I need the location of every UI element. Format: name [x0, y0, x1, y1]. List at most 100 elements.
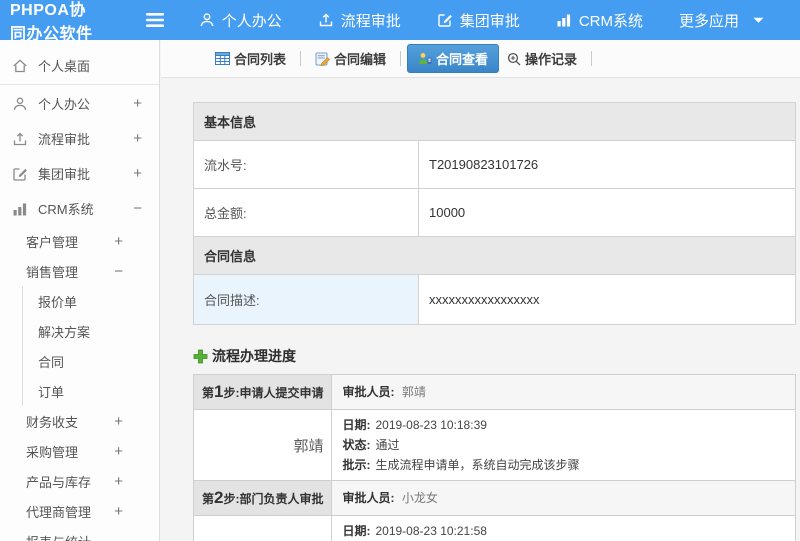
sidebar-item-contract[interactable]: 合同 — [23, 346, 159, 376]
sidebar-item-group-approval[interactable]: 集团审批 + — [0, 156, 159, 191]
sidebar-item-label: 报价单 — [38, 294, 78, 310]
top-navigation: 个人办公 流程审批 集团审批 CRM系统 更多应用 — [199, 10, 800, 31]
field-value-total-amount: 10000 — [418, 188, 796, 237]
tab-label: 操作记录 — [525, 52, 578, 67]
top-bar: PHPOA协同办公软件 个人办公 流程审批 集团审批 CRM系统 更多应用 — [0, 0, 800, 43]
progress-title-text: 流程办理进度 — [212, 348, 296, 364]
sidebar-item-quotation[interactable]: 报价单 — [23, 286, 159, 316]
submenu-group: 报价单 解决方案 合同 订单 — [22, 286, 159, 406]
home-icon — [12, 58, 29, 74]
collapse-icon[interactable]: − — [114, 263, 123, 280]
field-label-serial-no: 流水号: — [193, 140, 419, 189]
approver-name-cell: 小龙女 — [192, 515, 333, 541]
sidebar-item-customer-mgmt[interactable]: 客户管理 + — [0, 226, 159, 256]
info-row: 合同描述: xxxxxxxxxxxxxxxxx — [193, 274, 796, 325]
sidebar-item-label: 报表与统计 — [26, 532, 91, 541]
sidebar-item-label: 流程审批 — [38, 132, 91, 147]
expand-icon[interactable]: + — [133, 130, 142, 147]
collapse-icon[interactable]: − — [133, 200, 142, 217]
sidebar-item-label: 产品与库存 — [26, 474, 92, 490]
sidebar-item-report-stats[interactable]: 报表与统计 — [0, 526, 159, 541]
sidebar-item-finance[interactable]: 财务收支 + — [0, 406, 159, 436]
progress-section-title: 流程办理进度 — [193, 346, 796, 366]
main-area: 合同列表 合同编辑 合同查看 操作记录 基本信息 流水号: T201908231… — [161, 40, 800, 541]
step-detail-row: 小龙女 日期:2019-08-23 10:21:58 状态:通过 批示:通过 — [192, 515, 796, 541]
sidebar-item-solution[interactable]: 解决方案 — [23, 316, 159, 346]
hamburger-menu-icon[interactable] — [145, 12, 165, 28]
detail-line-date: 日期: 2019-08-23 10:21:58 — [342, 524, 487, 538]
approver-name: 郭靖 — [401, 385, 426, 399]
expand-icon[interactable]: + — [114, 473, 123, 490]
step-detail-row: 郭靖 日期: 2019-08-23 10:18:39 状态: 通过 批示: 生成流程申… — [192, 409, 796, 481]
sidebar-item-agent-mgmt[interactable]: 代理商管理 + — [0, 496, 159, 526]
info-row: 流水号: T20190823101726 — [193, 140, 796, 189]
step-header-row: 第1步:申请人提交申请 审批人员: 郭靖 — [192, 374, 796, 410]
workflow-icon — [12, 131, 29, 147]
bar-chart-icon — [12, 201, 29, 217]
topnav-label: 流程审批 — [340, 12, 401, 30]
sidebar-item-label: 财务收支 — [26, 414, 79, 430]
tab-bar: 合同列表 合同编辑 合同查看 操作记录 — [161, 40, 800, 78]
approver-label: 审批人员: — [342, 491, 395, 505]
field-label-contract-desc: 合同描述: — [193, 274, 419, 325]
sidebar-item-label: 解决方案 — [38, 324, 91, 340]
sidebar-item-label: 集团审批 — [38, 167, 91, 182]
tab-label: 合同查看 — [436, 52, 489, 67]
sidebar-item-product-inventory[interactable]: 产品与库存 + — [0, 466, 159, 496]
progress-table: 第1步:申请人提交申请 审批人员: 郭靖 郭靖 日期: 2019-08-23 10… — [192, 374, 796, 541]
content-area: 基本信息 流水号: T20190823101726 总金额: 10000 合同信… — [161, 78, 800, 541]
sidebar-divider — [0, 84, 159, 85]
step-detail-cell: 日期: 2019-08-23 10:18:39 状态: 通过 批示: 生成流程申请单，… — [331, 409, 796, 481]
expand-icon[interactable]: + — [114, 443, 123, 460]
sidebar-item-personal-office[interactable]: 个人办公 + — [0, 86, 159, 121]
sidebar-item-label: 销售管理 — [26, 264, 79, 280]
tab-contract-list[interactable]: 合同列表 — [207, 45, 294, 72]
tab-operation-log[interactable]: 操作记录 — [499, 45, 585, 72]
approver-name: 小龙女 — [401, 491, 438, 505]
topnav-label: CRM系统 — [578, 12, 643, 30]
step-header-row: 第2步:部门负责人审批 审批人员: 小龙女 — [192, 480, 796, 516]
section-header-row: 合同信息 — [193, 236, 796, 275]
topnav-item-workflow-approval[interactable]: 流程审批 — [318, 10, 401, 31]
topnav-item-crm-system[interactable]: CRM系统 — [556, 10, 643, 31]
sidebar-item-personal-desktop[interactable]: 个人桌面 — [0, 48, 159, 83]
topnav-label: 集团审批 — [459, 12, 520, 30]
step-title: 第2步:部门负责人审批 — [192, 480, 333, 516]
expand-icon[interactable]: + — [133, 95, 142, 112]
app-title: PHPOA协同办公软件 — [10, 2, 93, 43]
expand-icon[interactable]: + — [114, 413, 123, 430]
person-view-icon — [418, 52, 432, 65]
sidebar-item-label: CRM系统 — [38, 202, 94, 217]
expand-icon[interactable]: + — [133, 165, 142, 182]
topnav-item-group-approval[interactable]: 集团审批 — [437, 10, 520, 31]
basic-info-table: 基本信息 流水号: T20190823101726 总金额: 10000 合同信… — [193, 102, 796, 325]
sidebar-item-workflow-approval[interactable]: 流程审批 + — [0, 121, 159, 156]
detail-line-remark: 批示: 生成流程申请单，系统自动完成该步骤 — [342, 458, 580, 472]
sidebar-item-label: 个人桌面 — [38, 59, 91, 74]
step-title: 第1步:申请人提交申请 — [192, 374, 333, 410]
tab-divider — [300, 51, 302, 66]
sidebar-item-label: 代理商管理 — [26, 504, 92, 520]
approver-name-cell: 郭靖 — [192, 409, 333, 481]
tab-label: 合同列表 — [234, 52, 287, 67]
user-icon — [199, 12, 215, 28]
approver-cell: 审批人员: 小龙女 — [331, 480, 796, 516]
expand-icon[interactable]: + — [114, 503, 123, 520]
sidebar-item-crm-system[interactable]: CRM系统 − — [0, 191, 159, 226]
edit-square-icon — [12, 166, 29, 182]
sidebar-item-purchase-mgmt[interactable]: 采购管理 + — [0, 436, 159, 466]
zoom-in-icon — [507, 52, 521, 66]
sidebar-item-label: 订单 — [38, 384, 65, 400]
sidebar-item-sales-mgmt[interactable]: 销售管理 − — [0, 256, 159, 286]
sidebar-item-order[interactable]: 订单 — [23, 376, 159, 406]
expand-icon[interactable]: + — [114, 233, 123, 250]
sidebar-item-label: 采购管理 — [26, 444, 79, 460]
tab-contract-edit[interactable]: 合同编辑 — [307, 45, 394, 72]
green-plus-icon — [193, 349, 208, 364]
section-header-row: 基本信息 — [193, 102, 796, 141]
tab-contract-view[interactable]: 合同查看 — [407, 44, 500, 73]
topnav-item-personal-office[interactable]: 个人办公 — [199, 10, 282, 31]
topnav-item-more-apps[interactable]: 更多应用 — [679, 10, 764, 31]
bar-chart-icon — [556, 12, 572, 28]
tab-divider — [400, 51, 402, 66]
